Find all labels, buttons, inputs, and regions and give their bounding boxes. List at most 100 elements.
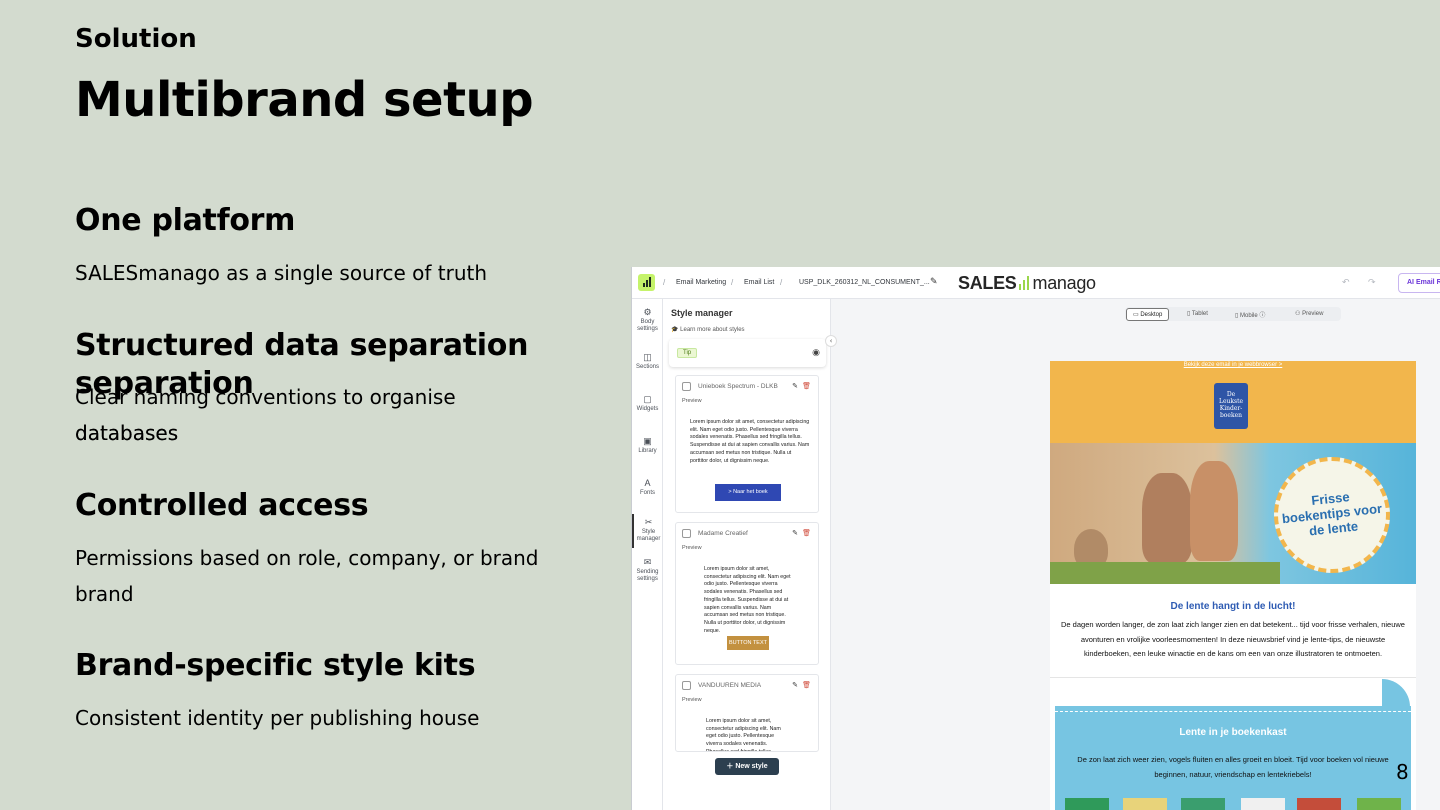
collapse-panel-button[interactable]: ‹: [825, 335, 837, 347]
tab-preview[interactable]: ⚇ Preview: [1295, 310, 1323, 317]
plus-icon: ＋: [726, 763, 734, 770]
breadcrumb-email-name[interactable]: USP_DLK_260312_NL_CONSUMENT_...: [799, 279, 930, 286]
section-heading-access: Controlled access: [75, 488, 369, 523]
breadcrumb-separator: /: [731, 278, 734, 287]
hero-image: Frisse boekentips voor de lente: [1050, 443, 1416, 584]
app-logo-icon[interactable]: [638, 274, 655, 291]
rail-sections[interactable]: ◫ Sections: [632, 352, 663, 371]
pencil-icon[interactable]: ✎: [792, 681, 798, 689]
style-preview-button: BUTTON TEXT: [727, 636, 769, 650]
bookshelf-section: Lente in je boekenkast De zon laat zich …: [1055, 706, 1411, 810]
tab-desktop[interactable]: ▭ Desktop: [1126, 308, 1170, 321]
email-canvas[interactable]: Bekijk deze email in je webbrowser > De …: [1050, 361, 1416, 810]
brand-right: manago: [1032, 273, 1097, 293]
style-preview-text: Lorem ipsum dolor sit amet, consectetur …: [706, 718, 781, 752]
style-preview-text: Lorem ipsum dolor sit amet, consectetur …: [690, 419, 810, 464]
section-body-access: Permissions based on role, company, or b…: [75, 546, 539, 570]
style-name: VANDUUREN MEDIA: [698, 682, 762, 689]
brand-bars-icon: [1018, 276, 1032, 290]
undo-icon[interactable]: ↶: [1342, 277, 1350, 288]
mobile-icon: ▯: [1235, 313, 1239, 319]
library-icon: ▣: [643, 436, 652, 446]
section-heading-platform: One platform: [75, 203, 296, 238]
font-icon: A: [644, 478, 651, 488]
style-card[interactable]: Madame Creatief ✎ 🗑 Preview Lorem ipsum …: [675, 522, 819, 665]
columns-icon: ◫: [643, 352, 652, 362]
tab-tablet[interactable]: ▯ Tablet: [1187, 310, 1208, 317]
mail-settings-icon: ✉: [643, 557, 652, 567]
web-version-link[interactable]: Bekijk deze email in je webbrowser >: [1050, 362, 1416, 368]
slide-title: Multibrand setup: [75, 72, 534, 128]
section-heading: Lente in je boekenkast: [1179, 727, 1287, 738]
trash-icon[interactable]: 🗑: [802, 681, 811, 689]
salesmanago-logo: SALES manago: [958, 273, 1096, 294]
style-manager-title: Style manager: [671, 308, 733, 318]
style-checkbox[interactable]: [682, 529, 691, 538]
style-card[interactable]: VANDUUREN MEDIA ✎ 🗑 Preview Lorem ipsum …: [675, 674, 819, 752]
chevron-left-icon: ‹: [829, 337, 833, 345]
preview-label: Preview: [682, 545, 702, 551]
info-icon: ⓘ: [1259, 313, 1266, 319]
gear-icon: ⚙: [643, 307, 652, 317]
rail-widgets[interactable]: ▢ Widgets: [632, 394, 663, 413]
app-topbar: / Email Marketing / Email List / USP_DLK…: [632, 267, 1440, 299]
trash-icon[interactable]: 🗑: [802, 529, 811, 537]
breadcrumb-email-marketing[interactable]: Email Marketing: [676, 279, 726, 286]
style-checkbox[interactable]: [682, 681, 691, 690]
eye-icon[interactable]: ◉: [812, 347, 820, 358]
slide-kicker: Solution: [75, 24, 197, 54]
style-checkbox[interactable]: [682, 382, 691, 391]
style-name: Unieboek Spectrum - DLKB: [698, 383, 778, 390]
app-screenshot: / Email Marketing / Email List / USP_DLK…: [631, 267, 1440, 810]
ai-email-button[interactable]: AI Email R: [1398, 273, 1440, 293]
section-heading-style-kits: Brand-specific style kits: [75, 648, 476, 683]
divider: [1050, 677, 1416, 678]
email-heading: De lente hangt in de lucht!: [1170, 601, 1296, 612]
book-covers-row: [1065, 798, 1401, 810]
editor-side-rail: ⚙ Body settings ◫ Sections ▢ Widgets ▣ Libra…: [632, 299, 663, 810]
brand-left: SALES: [958, 273, 1017, 293]
dashed-line: [1055, 711, 1411, 712]
preview-label: Preview: [682, 398, 702, 404]
section-body-platform: SALESmanago as a single source of truth: [75, 261, 488, 285]
tablet-icon: ▯: [1187, 311, 1191, 317]
tab-mobile[interactable]: ▯ Mobile ⓘ: [1235, 310, 1265, 319]
desktop-icon: ▭: [1133, 312, 1139, 318]
section-text: De zon laat zich weer zien, vogels fluit…: [1077, 755, 1389, 779]
new-style-button[interactable]: ＋ New style: [715, 758, 779, 775]
section-body-overflow: databases: [75, 421, 179, 445]
edit-name-icon[interactable]: ✎: [930, 276, 938, 287]
rail-style-manager[interactable]: ✂ Style manager: [632, 514, 663, 548]
section-heading-data-separation: Structured data separation: [75, 328, 529, 363]
rail-body-settings[interactable]: ⚙ Body settings: [632, 307, 663, 333]
user-icon: ⚇: [1295, 311, 1301, 317]
widgets-icon: ▢: [643, 394, 652, 404]
style-card[interactable]: Unieboek Spectrum - DLKB ✎ 🗑 Preview Lor…: [675, 375, 819, 513]
tip-box: Tip ◉: [669, 339, 826, 367]
book-logo: De Leukste Kinder- boeken: [1214, 383, 1248, 429]
speech-tail: [1382, 679, 1410, 707]
page-number: 8: [1396, 760, 1409, 784]
pencil-icon[interactable]: ✎: [792, 529, 798, 537]
badge-text: Frisse boekentips voor de lente: [1281, 489, 1383, 539]
email-header: Bekijk deze email in je webbrowser > De …: [1050, 361, 1416, 443]
pencil-icon[interactable]: ✎: [792, 382, 798, 390]
tip-tag: Tip: [677, 348, 698, 358]
style-preview-text: Lorem ipsum dolor sit amet, consectetur …: [704, 566, 791, 634]
email-intro-text: De dagen worden langer, de zon laat zich…: [1061, 620, 1405, 658]
rail-sending-settings[interactable]: ✉ Sending settings: [632, 557, 663, 583]
style-name: Madame Creatief: [698, 530, 748, 537]
rail-library[interactable]: ▣ Library: [632, 436, 663, 455]
breadcrumb-separator: /: [663, 278, 666, 287]
rail-fonts[interactable]: A Fonts: [632, 478, 663, 497]
child-figure-left: [1142, 473, 1192, 563]
learn-more-link[interactable]: 🎓 Learn more about styles: [671, 326, 745, 333]
redo-icon[interactable]: ↷: [1368, 277, 1376, 288]
preview-label: Preview: [682, 697, 702, 703]
style-icon: ✂: [644, 517, 653, 527]
child-figure-right: [1190, 461, 1238, 561]
section-body-style-kits: Consistent identity per publishing house: [75, 706, 480, 730]
breadcrumb-email-list[interactable]: Email List: [744, 279, 774, 286]
breadcrumb-separator: /: [780, 278, 783, 287]
trash-icon[interactable]: 🗑: [802, 382, 811, 390]
